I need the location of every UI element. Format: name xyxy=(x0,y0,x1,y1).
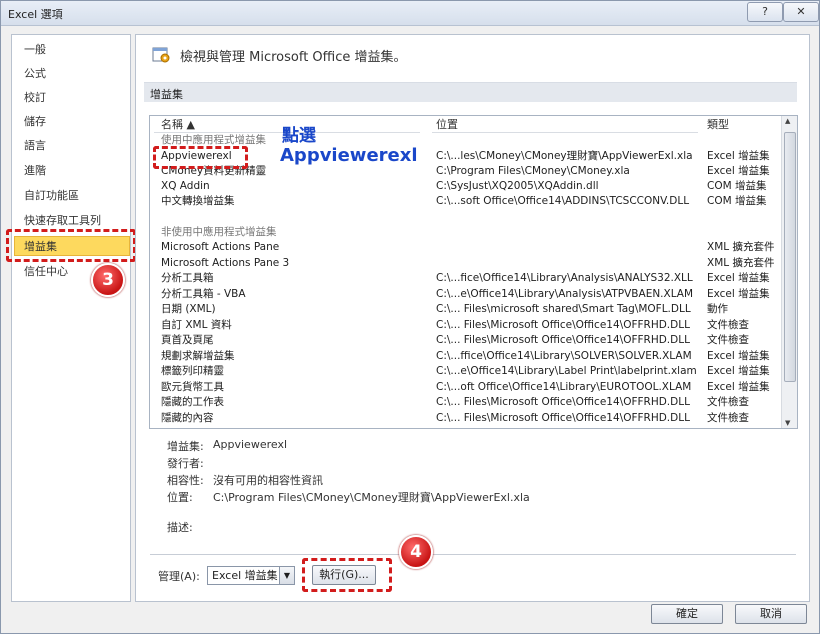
column-header-type[interactable]: 類型 xyxy=(707,116,729,133)
addins-panel: 檢視與管理 Microsoft Office 增益集。 增益集 名稱 ▲ 位置 … xyxy=(135,34,810,602)
ok-button[interactable]: 確定 xyxy=(651,604,723,624)
group-header-inactive: 非使用中應用程式增益集 xyxy=(161,226,277,238)
go-button-highlight-annotation xyxy=(302,558,392,592)
detail-compat-label: 相容性: xyxy=(167,474,204,487)
table-row[interactable]: 隱藏的內容 C:\... Files\Microsoft Office\Offic… xyxy=(150,411,780,425)
addins-icon xyxy=(152,47,170,63)
appviewerexl-highlight-annotation xyxy=(153,146,248,169)
list-scrollbar[interactable]: ▲ ▼ xyxy=(781,116,797,428)
help-button[interactable]: ? xyxy=(747,2,783,22)
column-header-name[interactable]: 名稱 ▲ xyxy=(161,116,195,133)
detail-publisher-label: 發行者: xyxy=(167,457,204,470)
detail-addin-label: 增益集: xyxy=(167,440,204,453)
detail-compat-value: 沒有可用的相容性資訊 xyxy=(213,474,323,487)
sidebar-item-formulas[interactable]: 公式 xyxy=(24,65,46,81)
target-annotation-label: Appviewerexl xyxy=(280,145,418,166)
addins-highlight-annotation xyxy=(6,229,136,262)
sidebar-item-save[interactable]: 儲存 xyxy=(24,113,46,129)
title-bar: Excel 選項 ? ✕ xyxy=(1,1,819,26)
detail-description-label: 描述: xyxy=(167,521,193,534)
detail-location-label: 位置: xyxy=(167,491,193,504)
excel-options-dialog: Excel 選項 ? ✕ 一般 公式 校訂 儲存 語言 進階 自訂功能區 快速存… xyxy=(0,0,820,634)
step-4-badge: 4 xyxy=(399,535,433,569)
table-row[interactable]: 分析工具箱 - VBA C:\...e\Office14\Library\Anal… xyxy=(150,287,780,301)
section-title: 增益集 xyxy=(150,88,183,101)
table-row[interactable]: Microsoft Actions Pane 3 XML 擴充套件 xyxy=(150,256,780,270)
scroll-up-arrow-icon[interactable]: ▲ xyxy=(785,117,790,125)
step-3-badge: 3 xyxy=(91,263,125,297)
table-row[interactable]: 自訂 XML 資料 C:\... Files\Microsoft Office\O… xyxy=(150,318,780,332)
sidebar-item-customize-ribbon[interactable]: 自訂功能區 xyxy=(24,187,79,203)
sidebar-item-language[interactable]: 語言 xyxy=(24,137,46,153)
close-button[interactable]: ✕ xyxy=(783,2,819,22)
table-row[interactable]: 日期 (XML) C:\... Files\microsoft shared\Sm… xyxy=(150,302,780,316)
divider xyxy=(150,554,796,555)
table-row[interactable]: 規劃求解增益集 C:\...ffice\Office14\Library\SOLV… xyxy=(150,349,780,363)
manage-select-value: Excel 增益集 xyxy=(212,569,278,582)
manage-select[interactable]: Excel 增益集 ▼ xyxy=(207,566,295,585)
table-row[interactable]: Microsoft Actions Pane XML 擴充套件 xyxy=(150,240,780,254)
table-row[interactable]: 中文轉換增益集 C:\...soft Office\Office14\ADDINS… xyxy=(150,194,780,208)
sidebar-item-advanced[interactable]: 進階 xyxy=(24,162,46,178)
table-row[interactable]: 頁首及頁尾 C:\... Files\Microsoft Office\Offic… xyxy=(150,333,780,347)
detail-location-value: C:\Program Files\CMoney\CMoney理財寶\AppVie… xyxy=(213,491,530,504)
manage-label: 管理(A): xyxy=(158,570,200,583)
dialog-title: Excel 選項 xyxy=(8,8,63,21)
table-row[interactable]: XQ Addin C:\SysJust\XQ2005\XQAddin.dll COM… xyxy=(150,179,780,193)
table-row[interactable]: 隱藏的工作表 C:\... Files\Microsoft Office\Offi… xyxy=(150,395,780,409)
category-sidebar: 一般 公式 校訂 儲存 語言 進階 自訂功能區 快速存取工具列 增益集 信任中心 xyxy=(11,34,131,602)
cancel-button[interactable]: 取消 xyxy=(735,604,807,624)
click-annotation-label: 點選 xyxy=(282,126,316,146)
panel-header-text: 檢視與管理 Microsoft Office 增益集。 xyxy=(180,50,407,65)
detail-addin-value: Appviewerexl xyxy=(213,438,288,451)
sidebar-item-quick-access-toolbar[interactable]: 快速存取工具列 xyxy=(24,212,101,228)
section-header: 增益集 xyxy=(144,82,797,102)
table-row[interactable]: 分析工具箱 C:\...fice\Office14\Library\Analysi… xyxy=(150,271,780,285)
chevron-down-icon[interactable]: ▼ xyxy=(279,567,294,584)
table-row[interactable]: 標籤列印精靈 C:\...e\Office14\Library\Label Pri… xyxy=(150,364,780,378)
table-row[interactable]: 歐元貨幣工具 C:\...oft Office\Office14\Library\… xyxy=(150,380,780,394)
sidebar-item-general[interactable]: 一般 xyxy=(24,41,46,57)
sidebar-item-proofing[interactable]: 校訂 xyxy=(24,89,46,105)
column-header-location[interactable]: 位置 xyxy=(436,116,458,133)
group-header-active: 使用中應用程式增益集 xyxy=(161,134,266,146)
sidebar-item-trust-center[interactable]: 信任中心 xyxy=(24,263,68,279)
scroll-down-arrow-icon[interactable]: ▼ xyxy=(785,419,790,427)
scroll-thumb[interactable] xyxy=(784,132,796,382)
